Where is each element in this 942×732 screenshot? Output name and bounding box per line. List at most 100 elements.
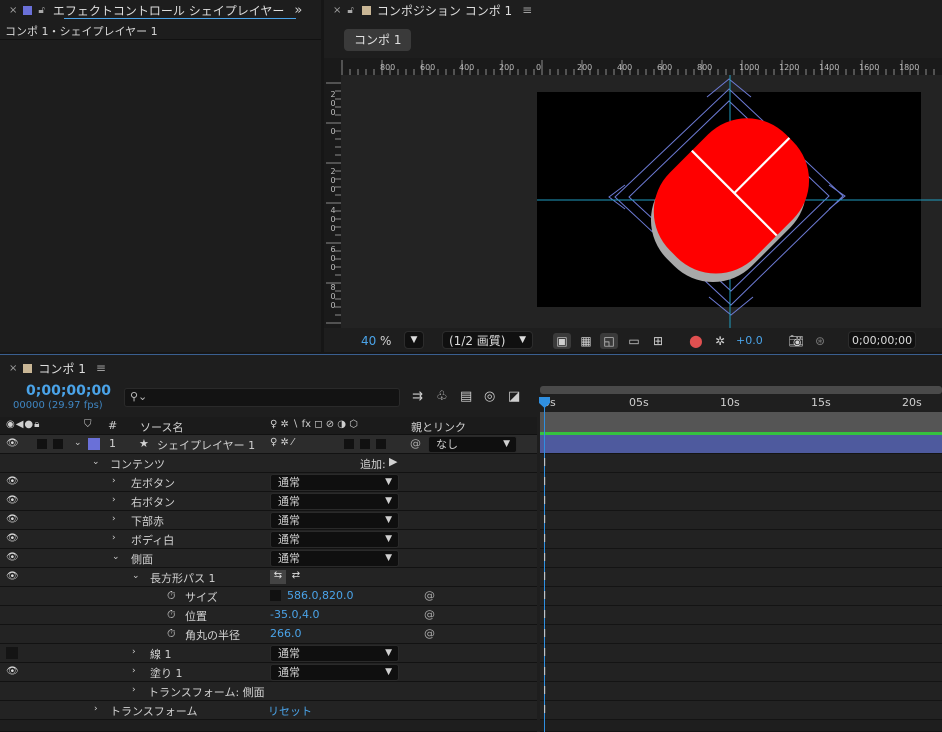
layer-row[interactable]: 👁︎ ⌄ 1 ★ シェイプレイヤー 1 ♀ ✲ ⁄ @ なし ▼ (0, 435, 537, 454)
stopwatch-icon[interactable]: ⏱︎ (167, 608, 176, 622)
motion-blur-icon[interactable]: ◎ (484, 389, 495, 404)
audio-toggle[interactable] (37, 439, 47, 449)
group-row[interactable]: 👁︎ › 下部赤 通常 ▼ (0, 511, 537, 530)
path-direction-reverse-icon[interactable]: ⇄ (288, 570, 304, 584)
chevron-right-icon[interactable]: › (112, 476, 116, 486)
viewer-timecode[interactable]: 0;00;00;00 (848, 331, 916, 349)
eye-icon[interactable]: 👁︎ (6, 495, 19, 506)
keyframe-marker[interactable]: I (543, 608, 546, 621)
eye-icon[interactable]: 👁︎ (6, 438, 19, 449)
panel-menu-icon[interactable]: ≡ (522, 3, 532, 17)
group-row[interactable]: 👁︎ › 左ボタン 通常 ▼ (0, 473, 537, 492)
add-menu-icon[interactable]: ▶ (389, 455, 397, 468)
stroke-visibility-box[interactable] (6, 647, 18, 659)
composition-tab-title[interactable]: コンポジション コンポ 1 (377, 2, 512, 19)
shape-layer-graphic[interactable] (537, 75, 942, 328)
chevron-right-icon[interactable]: › (94, 704, 98, 714)
eye-icon[interactable]: 👁︎ (6, 514, 19, 525)
pick-whip-icon[interactable]: @ (410, 437, 421, 450)
chevron-right-icon[interactable]: › (112, 514, 116, 524)
keyframe-marker[interactable]: I (543, 570, 546, 583)
fill-row[interactable]: 👁︎ › 塗り 1 通常 ▼ (0, 663, 537, 682)
keyframe-marker[interactable]: I (543, 646, 546, 659)
color-channel-icon[interactable]: ⬤ (687, 333, 705, 349)
chevron-down-icon[interactable]: ⌄ (92, 457, 100, 467)
keyframe-marker[interactable]: I (543, 456, 546, 469)
reset-link[interactable]: リセット (268, 703, 312, 719)
keyframe-marker[interactable]: I (543, 513, 546, 526)
stopwatch-icon[interactable]: ⏱︎ (167, 589, 176, 603)
path-direction-icon[interactable]: ⇆ (270, 570, 286, 584)
keyframe-marker[interactable]: I (543, 475, 546, 488)
switch-box[interactable] (376, 439, 386, 449)
blend-mode-dropdown[interactable]: 通常 ▼ (270, 645, 399, 662)
blend-mode-dropdown[interactable]: 通常 ▼ (270, 493, 399, 510)
region-of-interest-icon[interactable]: ▭ (625, 333, 643, 349)
timeline-tab-title[interactable]: コンポ 1 (38, 360, 85, 377)
property-row[interactable]: ⏱︎ サイズ 586.0,820.0 @ (0, 587, 537, 606)
eye-icon[interactable]: 👁︎ (6, 571, 19, 582)
lock-icon[interactable]: 🔓︎ (38, 5, 44, 16)
panel-overflow-icon[interactable]: » (294, 3, 302, 18)
chevron-down-icon[interactable]: ⌄ (112, 552, 120, 562)
keyframe-marker[interactable]: I (543, 703, 546, 716)
rect-path-row[interactable]: 👁︎ ⌄ 長方形パス 1 ⇆ ⇄ (0, 568, 537, 587)
expression-pickwhip-icon[interactable]: @ (424, 608, 435, 621)
close-icon[interactable]: × (9, 363, 17, 374)
keyframe-marker[interactable]: I (543, 627, 546, 640)
layer-name[interactable]: シェイプレイヤー 1 (157, 437, 255, 453)
transform-row[interactable]: › トランスフォーム リセット (0, 701, 537, 720)
group-row[interactable]: 👁︎ ⌄ 側面 通常 ▼ (0, 549, 537, 568)
keyframe-marker[interactable]: I (543, 551, 546, 564)
eye-icon[interactable]: 👁︎ (6, 533, 19, 544)
eye-icon[interactable]: 👁︎ (6, 476, 19, 487)
keyframe-marker[interactable]: I (543, 532, 546, 545)
zoom-dropdown[interactable]: ▼ (404, 331, 424, 349)
property-row[interactable]: ⏱︎ 位置 -35.0,4.0 @ (0, 606, 537, 625)
fast-preview-icon[interactable]: ▣ (553, 333, 571, 349)
property-value[interactable]: 586.0,820.0 (287, 589, 353, 602)
shy-layers-icon[interactable]: ♧ (436, 389, 448, 404)
constrain-proportions-box[interactable] (270, 590, 281, 601)
close-icon[interactable]: × (333, 5, 341, 16)
blend-mode-dropdown[interactable]: 通常 ▼ (270, 531, 399, 548)
exposure-reset-icon[interactable]: ✲ (711, 333, 729, 349)
work-area-bar[interactable] (540, 386, 942, 394)
chevron-right-icon[interactable]: › (112, 533, 116, 543)
keyframe-marker[interactable]: I (543, 684, 546, 697)
resolution-dropdown[interactable]: (1/2 画質) ▼ (442, 331, 533, 349)
layer-switches-icons[interactable]: ♀ ✲ ⁄ (270, 437, 294, 448)
transparency-grid-icon[interactable]: ▦ (577, 333, 595, 349)
switch-box[interactable] (344, 439, 354, 449)
property-value[interactable]: -35.0,4.0 (270, 608, 319, 621)
comp-breadcrumb-button[interactable]: コンポ 1 (344, 29, 412, 51)
blend-mode-dropdown[interactable]: 通常 ▼ (270, 550, 399, 567)
blend-mode-dropdown[interactable]: 通常 ▼ (270, 664, 399, 681)
col-parent-link[interactable]: 親とリンク (411, 419, 466, 435)
stopwatch-icon[interactable]: ⏱︎ (167, 627, 176, 641)
group-row[interactable]: 👁︎ › ボディ白 通常 ▼ (0, 530, 537, 549)
exposure-value[interactable]: +0.0 (736, 334, 763, 347)
solo-toggle[interactable] (53, 439, 63, 449)
stroke-row[interactable]: › 線 1 通常 ▼ (0, 644, 537, 663)
snapshot-camera-icon[interactable]: 📷︎ (787, 333, 805, 349)
keyframe-marker[interactable]: I (543, 589, 546, 602)
property-value[interactable]: 266.0 (270, 627, 302, 640)
eye-icon[interactable]: 👁︎ (6, 666, 19, 677)
col-source-name[interactable]: ソース名 (140, 419, 183, 435)
frame-blending-icon[interactable]: ▤ (460, 389, 472, 404)
switch-box[interactable] (360, 439, 370, 449)
chevron-right-icon[interactable]: › (112, 495, 116, 505)
eye-icon[interactable]: 👁︎ (6, 552, 19, 563)
chevron-right-icon[interactable]: › (132, 685, 136, 695)
blend-mode-dropdown[interactable]: 通常 ▼ (270, 512, 399, 529)
label-color-swatch[interactable] (88, 438, 100, 450)
transform-side-row[interactable]: › トランスフォーム: 側面 (0, 682, 537, 701)
graph-editor-icon[interactable]: ◪ (508, 389, 520, 404)
zoom-value[interactable]: 40 (361, 334, 376, 348)
lock-icon[interactable]: 🔓︎ (347, 5, 353, 16)
chevron-right-icon[interactable]: › (132, 666, 136, 676)
expression-pickwhip-icon[interactable]: @ (424, 627, 435, 640)
composition-mini-flowchart-icon[interactable]: ⇉ (412, 389, 423, 404)
chevron-right-icon[interactable]: › (132, 647, 136, 657)
